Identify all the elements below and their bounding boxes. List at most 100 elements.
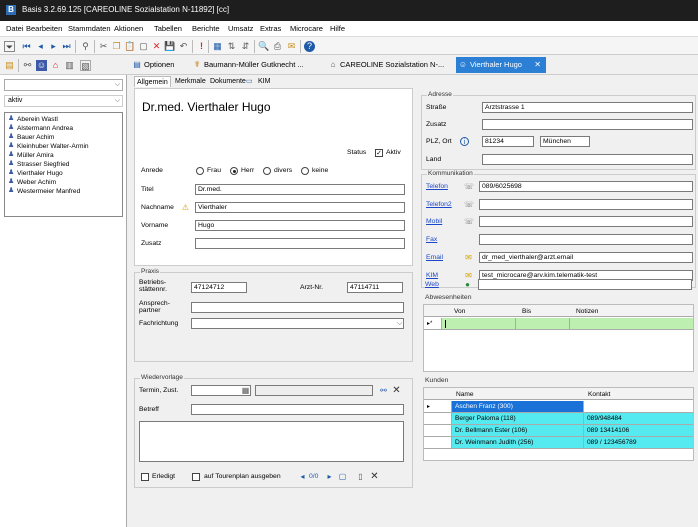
tab-optionen[interactable]: ▤ Optionen (130, 57, 174, 73)
name-cell[interactable]: Berger Paloma (118) (452, 413, 584, 425)
menu-berichte[interactable]: Berichte (192, 24, 220, 33)
telefon2-input[interactable] (479, 199, 693, 210)
von-cell[interactable] (442, 318, 516, 330)
person-icon[interactable]: ☺ (36, 60, 47, 71)
bsnr-input[interactable]: 47124712 (191, 282, 247, 293)
status-checkbox[interactable]: ✓ (375, 149, 383, 157)
column-header-bis[interactable]: Bis (522, 308, 531, 315)
kontakt-cell[interactable]: 089/948484 (584, 413, 693, 425)
table-row[interactable]: ▸ Aschen Franz (300) (424, 401, 693, 413)
binoculars-icon[interactable]: ⚯ (379, 386, 388, 395)
mail-icon[interactable]: ✉ (464, 253, 473, 262)
address-icon[interactable]: ⌂ (50, 60, 61, 71)
menu-umsatz[interactable]: Umsatz (228, 24, 253, 33)
table-row[interactable]: Berger Paloma (118) 089/948484 (424, 413, 693, 425)
kim-link[interactable]: KIM (426, 272, 438, 279)
notes-icon[interactable]: ▥ (64, 60, 75, 71)
menu-bearbeiten[interactable]: Bearbeiten (26, 24, 62, 33)
anrede-divers-radio[interactable] (263, 167, 271, 175)
ansprechpartner-input[interactable] (191, 302, 404, 313)
subtab-dokumente[interactable]: Dokumente (208, 76, 248, 87)
mobil-input[interactable] (479, 216, 693, 227)
subtab-merkmale[interactable]: Merkmale (173, 76, 208, 87)
fachrichtung-select[interactable] (191, 318, 404, 329)
top-dropdown[interactable]: ⌵ (4, 79, 123, 91)
mail-icon[interactable]: ✉ (286, 41, 297, 52)
plz-input[interactable]: 81234 (482, 136, 534, 147)
column-header-von[interactable]: Von (454, 308, 465, 315)
tab-careoline[interactable]: ⌂ CAREOLINE Sozialstation N-... (326, 57, 445, 73)
titel-input[interactable]: Dr.med. (195, 184, 405, 195)
strasse-input[interactable]: Arztstrasse 1 (482, 102, 693, 113)
kontakt-cell[interactable] (584, 401, 693, 413)
menu-extras[interactable]: Extras (260, 24, 281, 33)
sort-desc-icon[interactable]: ⇵ (240, 41, 251, 52)
last-record-icon[interactable]: ⏭ (61, 41, 72, 52)
fax-link[interactable]: Fax (426, 236, 437, 243)
arztnr-input[interactable]: 47114711 (347, 282, 403, 293)
save-icon[interactable]: 💾 (164, 41, 175, 52)
menu-microcare[interactable]: Microcare (290, 24, 323, 33)
phone-icon[interactable]: ☏ (464, 217, 474, 226)
nachname-input[interactable]: Vierthaler (195, 202, 405, 213)
help-icon[interactable]: ? (304, 41, 315, 52)
web-link[interactable]: Web (425, 281, 439, 288)
adresse-zusatz-input[interactable] (482, 119, 693, 130)
list-item[interactable]: ♟ Aberein Wastl (8, 115, 58, 124)
kontakt-cell[interactable]: 089 / 123456789 (584, 437, 693, 449)
wiedervorlage-text-area[interactable] (139, 421, 404, 462)
close-icon[interactable]: ✕ (534, 57, 541, 73)
kim-mail-icon[interactable]: ✉ (464, 271, 473, 280)
telefon-input[interactable]: 089/6025698 (479, 181, 693, 192)
anrede-keine-radio[interactable] (301, 167, 309, 175)
calendar-icon[interactable]: ▤ (4, 60, 15, 71)
delete-icon[interactable]: ✕ (151, 41, 162, 52)
notizen-cell[interactable] (570, 318, 693, 330)
anrede-frau-radio[interactable] (196, 167, 204, 175)
fax-input[interactable] (479, 234, 693, 245)
menu-tabellen[interactable]: Tabellen (154, 24, 182, 33)
name-cell[interactable]: Dr. Weinmann Judith (256) (452, 437, 584, 449)
paste-icon[interactable]: 📋 (124, 41, 135, 52)
next-icon[interactable]: ▸ (325, 472, 334, 481)
phone-icon[interactable]: ☏ (464, 182, 474, 191)
list-item[interactable]: ♟ Westermeier Manfred (8, 187, 80, 196)
new-icon[interactable]: ▢ (138, 41, 149, 52)
find-icon[interactable]: ⚲ (80, 41, 91, 52)
table-row[interactable]: Dr. Weinmann Judith (256) 089 / 12345678… (424, 437, 693, 449)
preview-icon[interactable]: 🔍 (258, 41, 269, 52)
info-icon[interactable]: i (460, 137, 469, 146)
subtab-allgemein[interactable]: Allgemein (134, 76, 171, 87)
list-item[interactable]: ♟ Müller Amira (8, 151, 54, 160)
land-input[interactable] (482, 154, 693, 165)
new-icon[interactable]: ▯ (356, 472, 365, 481)
menu-datei[interactable]: Datei (6, 24, 24, 33)
list-item[interactable]: ♟ Alstermann Andrea (8, 124, 73, 133)
prev-icon[interactable]: ◂ (298, 472, 307, 481)
copy-icon[interactable]: ❐ (111, 41, 122, 52)
kontakt-cell[interactable]: 089 13414106 (584, 425, 693, 437)
binoculars-icon[interactable]: ⚯ (22, 60, 33, 71)
prev-record-icon[interactable]: ◂ (35, 41, 46, 52)
tourenplan-checkbox[interactable] (192, 473, 200, 481)
email-link[interactable]: Email (426, 254, 443, 261)
delete-icon[interactable]: ✕ (370, 472, 379, 482)
clear-icon[interactable]: ✕ (392, 386, 401, 396)
subtab-kim[interactable]: ▭ KIM (245, 76, 272, 87)
globe-icon[interactable]: ● (463, 280, 472, 289)
mobil-link[interactable]: Mobil (426, 218, 442, 225)
filter-icon[interactable]: ⏷ (4, 41, 15, 52)
zustaendig-select[interactable] (255, 385, 373, 396)
image-icon[interactable]: ▧ (80, 60, 91, 71)
list-item[interactable]: ♟ Weber Achim (8, 178, 56, 187)
list-item[interactable]: ♟ Strasser Siegfried (8, 160, 69, 169)
column-header-name[interactable]: Name (456, 391, 474, 398)
ort-input[interactable]: München (540, 136, 590, 147)
status-filter-select[interactable]: aktiv ⌵ (4, 95, 123, 107)
alert-icon[interactable]: ! (196, 41, 207, 52)
list-item[interactable]: ♟ Kleinhuber Walter-Armin (8, 142, 89, 151)
web-input[interactable] (478, 279, 692, 290)
zusatz-input[interactable] (195, 238, 405, 249)
column-header-kontakt[interactable]: Kontakt (588, 391, 610, 398)
next-record-icon[interactable]: ▸ (48, 41, 59, 52)
